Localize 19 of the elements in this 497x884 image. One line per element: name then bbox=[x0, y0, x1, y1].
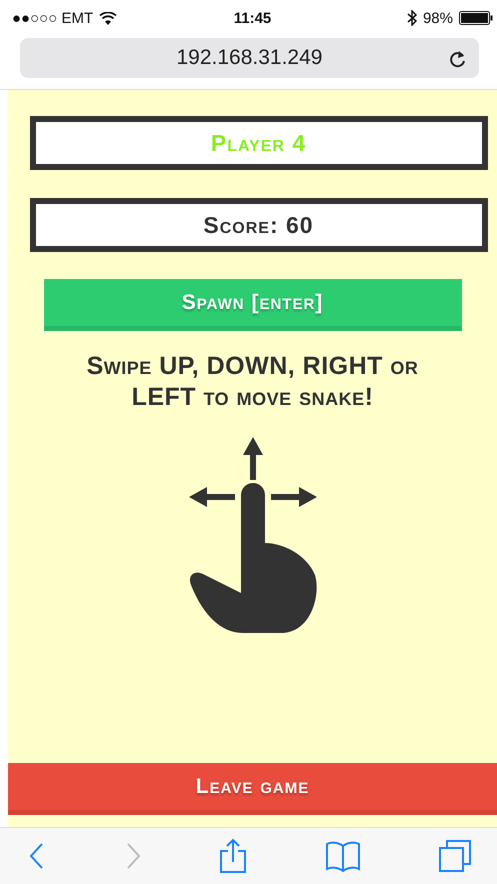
bluetooth-icon bbox=[406, 10, 417, 26]
score-label: Score: 60 bbox=[30, 198, 488, 252]
instructions-text: Swipe UP, DOWN, RIGHT or LEFT to move snake! bbox=[86, 351, 420, 413]
battery-icon bbox=[459, 11, 493, 25]
bookmarks-button[interactable] bbox=[324, 840, 360, 872]
tabs-button[interactable] bbox=[438, 839, 472, 873]
book-icon bbox=[324, 840, 360, 872]
share-icon bbox=[219, 838, 247, 874]
player-label: Player 4 bbox=[30, 116, 488, 170]
tabs-icon bbox=[438, 839, 472, 873]
battery-percent: 98% bbox=[422, 10, 453, 26]
share-button[interactable] bbox=[219, 838, 247, 874]
carrier-label: ●●○○○ EMT bbox=[12, 10, 94, 26]
spawn-button[interactable]: Spawn [enter] bbox=[44, 279, 462, 331]
reload-icon[interactable] bbox=[449, 49, 467, 69]
address-bar[interactable]: 192.168.31.249 bbox=[20, 38, 479, 78]
wifi-icon bbox=[99, 12, 118, 24]
clock-time: 11:45 bbox=[234, 10, 272, 26]
leave-game-button[interactable]: Leave game bbox=[8, 763, 497, 815]
